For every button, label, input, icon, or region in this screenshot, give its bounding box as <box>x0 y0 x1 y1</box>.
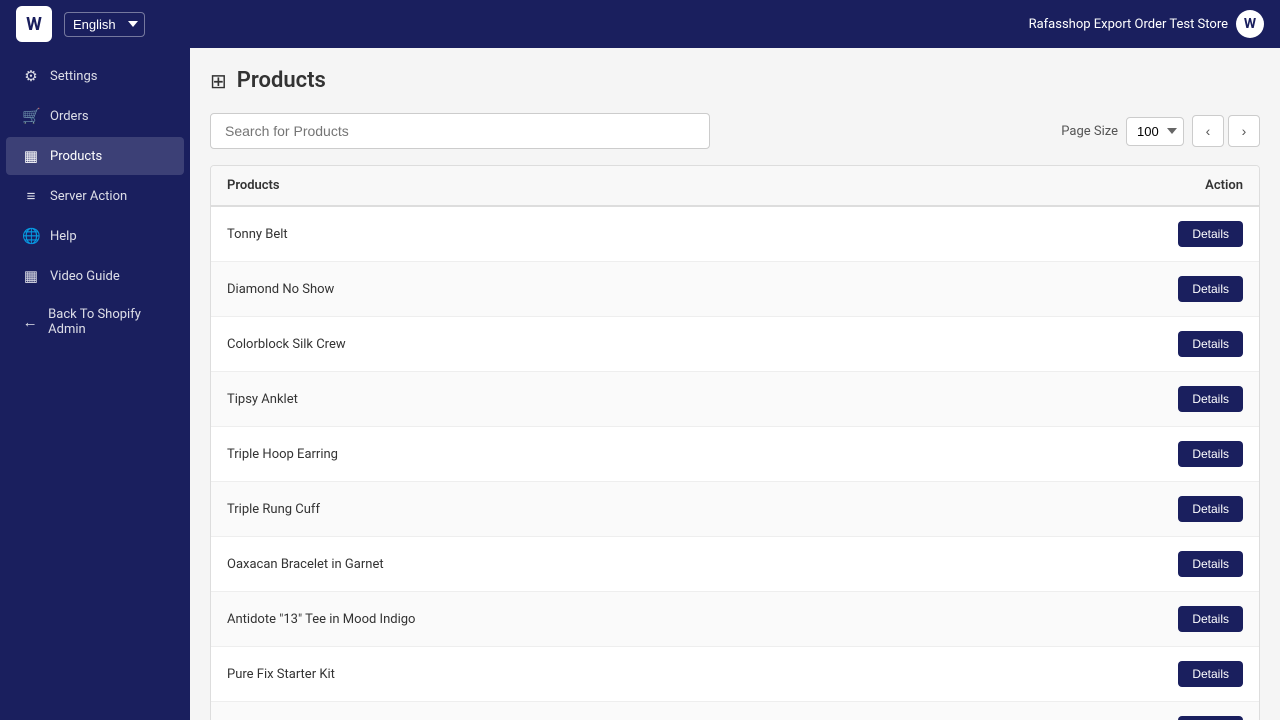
product-name: Triple Hoop Earring <box>227 447 338 462</box>
table-row: Tonny Belt Details <box>211 207 1259 262</box>
store-name: Rafasshop Export Order Test Store <box>1029 17 1228 32</box>
details-button[interactable]: Details <box>1178 221 1243 247</box>
sidebar-label-help: Help <box>50 229 77 244</box>
grid-icon: ▦ <box>22 147 40 165</box>
pagination-buttons: ‹ › <box>1192 115 1260 147</box>
search-input[interactable] <box>210 113 710 149</box>
product-name: Antidote "13" Tee in Mood Indigo <box>227 612 415 627</box>
main-content: ⊞ Products Page Size 10 25 50 100 ‹ › <box>190 48 1280 720</box>
product-name: Tipsy Anklet <box>227 392 298 407</box>
details-button[interactable]: Details <box>1178 606 1243 632</box>
sidebar-label-server-action: Server Action <box>50 189 127 204</box>
product-name: Triple Rung Cuff <box>227 502 320 517</box>
video-icon: ▦ <box>22 267 40 285</box>
product-name: Diamond No Show <box>227 282 334 297</box>
details-button[interactable]: Details <box>1178 331 1243 357</box>
page-size-label: Page Size <box>1061 124 1118 139</box>
table-body: Tonny Belt Details Diamond No Show Detai… <box>211 207 1259 720</box>
sidebar-item-settings[interactable]: ⚙ Settings <box>6 57 184 95</box>
sidebar: ⚙ Settings 🛒 Orders ▦ Products ≡ Server … <box>0 48 190 720</box>
table-row: Antidote "13" Tee in Mood Indigo Details <box>211 592 1259 647</box>
table-row: Triple Hoop Earring Details <box>211 427 1259 482</box>
table-row: Colorblock Silk Crew Details <box>211 317 1259 372</box>
col-header-action: Action <box>1205 178 1243 193</box>
sidebar-item-video-guide[interactable]: ▦ Video Guide <box>6 257 184 295</box>
globe-icon: 🌐 <box>22 227 40 245</box>
table-row: Triple Rung Cuff Details <box>211 482 1259 537</box>
product-name: Pure Fix Starter Kit <box>227 667 335 682</box>
details-button[interactable]: Details <box>1178 716 1243 720</box>
server-icon: ≡ <box>22 187 40 205</box>
top-navigation: W English Spanish French Rafasshop Expor… <box>0 0 1280 48</box>
details-button[interactable]: Details <box>1178 661 1243 687</box>
back-arrow-icon: ← <box>22 313 38 331</box>
next-page-button[interactable]: › <box>1228 115 1260 147</box>
page-size-select[interactable]: 10 25 50 100 <box>1126 117 1184 146</box>
gear-icon: ⚙ <box>22 67 40 85</box>
page-header: ⊞ Products <box>210 68 1260 93</box>
table-row: Diamond No Show Details <box>211 262 1259 317</box>
topnav-logo-right-icon: W <box>1236 10 1264 38</box>
sidebar-item-server-action[interactable]: ≡ Server Action <box>6 177 184 215</box>
details-button[interactable]: Details <box>1178 551 1243 577</box>
main-layout: ⚙ Settings 🛒 Orders ▦ Products ≡ Server … <box>0 48 1280 720</box>
toolbar: Page Size 10 25 50 100 ‹ › <box>210 113 1260 149</box>
sidebar-item-back-to-shopify[interactable]: ← Back To Shopify Admin <box>6 297 184 347</box>
language-selector[interactable]: English Spanish French <box>64 12 145 37</box>
sidebar-label-video-guide: Video Guide <box>50 269 120 284</box>
table-row: Jon Lock Details <box>211 702 1259 720</box>
page-title: Products <box>237 68 326 93</box>
cart-icon: 🛒 <box>22 107 40 125</box>
sidebar-label-products: Products <box>50 149 102 164</box>
table-header: Products Action <box>211 166 1259 207</box>
topnav-left: W English Spanish French <box>16 6 145 42</box>
details-button[interactable]: Details <box>1178 496 1243 522</box>
product-name: Colorblock Silk Crew <box>227 337 346 352</box>
details-button[interactable]: Details <box>1178 276 1243 302</box>
sidebar-item-orders[interactable]: 🛒 Orders <box>6 97 184 135</box>
table-row: Oaxacan Bracelet in Garnet Details <box>211 537 1259 592</box>
details-button[interactable]: Details <box>1178 386 1243 412</box>
product-name: Tonny Belt <box>227 227 288 242</box>
sidebar-item-help[interactable]: 🌐 Help <box>6 217 184 255</box>
topnav-right: Rafasshop Export Order Test Store W <box>1029 10 1264 38</box>
details-button[interactable]: Details <box>1178 441 1243 467</box>
prev-page-button[interactable]: ‹ <box>1192 115 1224 147</box>
sidebar-label-back-to-shopify: Back To Shopify Admin <box>48 307 168 337</box>
logo-icon: W <box>16 6 52 42</box>
product-name: Oaxacan Bracelet in Garnet <box>227 557 384 572</box>
table-row: Tipsy Anklet Details <box>211 372 1259 427</box>
content-inner: ⊞ Products Page Size 10 25 50 100 ‹ › <box>190 48 1280 720</box>
col-header-products: Products <box>227 178 280 193</box>
sidebar-item-products[interactable]: ▦ Products <box>6 137 184 175</box>
products-header-icon: ⊞ <box>210 69 227 93</box>
sidebar-label-settings: Settings <box>50 69 97 84</box>
products-table: Products Action Tonny Belt Details Diamo… <box>210 165 1260 720</box>
toolbar-right: Page Size 10 25 50 100 ‹ › <box>1061 115 1260 147</box>
table-row: Pure Fix Starter Kit Details <box>211 647 1259 702</box>
sidebar-label-orders: Orders <box>50 109 89 124</box>
